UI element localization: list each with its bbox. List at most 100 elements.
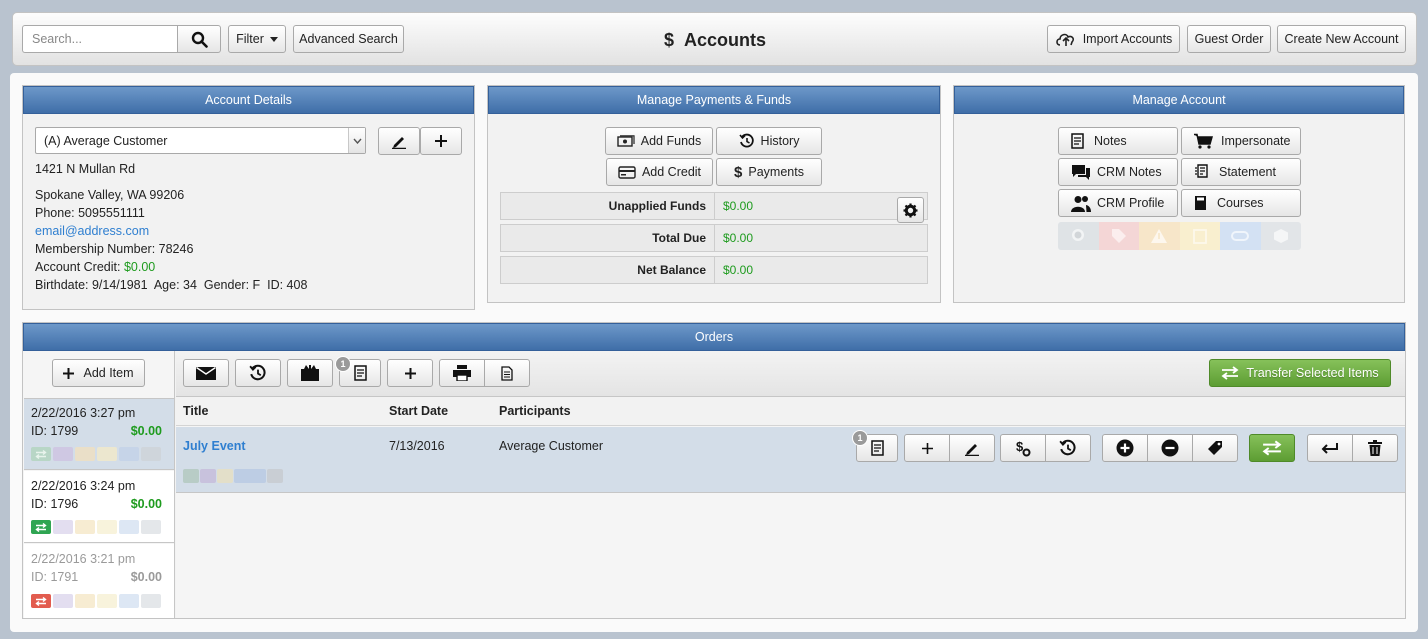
money-icon	[617, 135, 635, 147]
transfer-selected-items-button[interactable]: Transfer Selected Items	[1209, 359, 1391, 387]
history-button[interactable]	[235, 359, 281, 387]
book-icon	[1195, 196, 1206, 210]
item-history-button[interactable]	[1045, 434, 1091, 462]
import-accounts-button[interactable]: Import Accounts	[1047, 25, 1180, 53]
minus-circle-icon	[1161, 439, 1179, 457]
plus-circle-icon	[1116, 439, 1134, 457]
notes-icon	[1071, 133, 1084, 149]
col-participants: Participants	[499, 404, 571, 418]
document-button[interactable]	[484, 359, 530, 387]
dollar-sign-icon: $	[734, 163, 743, 181]
net-balance-row: Net Balance $0.00	[500, 256, 928, 284]
notes-button[interactable]: Notes	[1058, 127, 1178, 155]
statement-button[interactable]: Statement	[1181, 158, 1301, 186]
account-credit-value: $0.00	[123, 260, 156, 274]
col-start-date: Start Date	[389, 404, 449, 418]
item-transfer-button[interactable]	[1249, 434, 1295, 462]
shopping-cart-icon	[1194, 133, 1213, 149]
guest-order-button[interactable]: Guest Order	[1187, 25, 1271, 53]
add-credit-button[interactable]: Add Credit	[606, 158, 713, 186]
address-line-2: Spokane Valley, WA 99206	[35, 188, 185, 202]
crm-notes-button[interactable]: CRM Notes	[1058, 158, 1178, 186]
birthdate-line: Birthdate: 9/14/1981 Age: 34 Gender: F I…	[35, 278, 308, 292]
item-delete-button[interactable]	[1352, 434, 1398, 462]
notes-icon	[870, 440, 884, 456]
cloud-upload-icon	[1055, 33, 1074, 46]
pencil-icon	[965, 444, 979, 456]
address-line-1: 1421 N Mullan Rd	[35, 162, 136, 176]
add-order-button[interactable]	[387, 359, 433, 387]
item-title-link[interactable]: July Event	[183, 439, 246, 453]
item-participants: Average Customer	[499, 439, 603, 453]
courses-button[interactable]: Courses	[1181, 189, 1301, 217]
total-due-row: Total Due $0.00	[500, 224, 928, 252]
page-title-text: Accounts	[684, 29, 767, 50]
print-button[interactable]	[439, 359, 485, 387]
caret-down-icon	[269, 36, 278, 42]
manage-account-panel: Manage Account	[953, 85, 1405, 303]
edit-account-button[interactable]	[378, 127, 420, 155]
repeat-icon	[119, 447, 139, 461]
order-status-strip	[31, 594, 162, 608]
order-status-strip	[31, 447, 162, 461]
search-icon	[191, 31, 208, 48]
crm-profile-button[interactable]: CRM Profile	[1058, 189, 1178, 217]
transfer-icon	[31, 447, 51, 461]
order-list-item[interactable]: 2/22/2016 3:24 pm ID: 1796 $0.00	[24, 471, 174, 543]
transfer-icon	[183, 469, 199, 483]
pencil-icon	[392, 137, 406, 149]
manage-account-header: Manage Account	[954, 86, 1404, 114]
order-list-item[interactable]: 2/22/2016 3:27 pm ID: 1799 $0.00	[24, 398, 174, 470]
undo-icon	[1321, 443, 1338, 454]
history-icon	[1059, 439, 1076, 456]
item-undo-button[interactable]	[1307, 434, 1353, 462]
history-button[interactable]: History	[716, 127, 822, 155]
document-icon	[501, 365, 513, 381]
printer-icon	[453, 365, 471, 381]
impersonate-button[interactable]: Impersonate	[1181, 127, 1301, 155]
credit-card-icon	[618, 165, 636, 179]
plus-icon	[435, 135, 447, 147]
search-button[interactable]	[177, 25, 221, 53]
item-start-date: 7/13/2016	[389, 439, 445, 453]
membership-number: Membership Number: 78246	[35, 242, 194, 256]
create-new-account-button[interactable]: Create New Account	[1277, 25, 1406, 53]
warning-icon	[1139, 222, 1180, 250]
plus-icon	[63, 367, 75, 379]
add-account-button[interactable]	[420, 127, 462, 155]
table-header: Title Start Date Participants	[176, 398, 1405, 426]
payments-button[interactable]: $ Payments	[716, 158, 822, 186]
transfer-icon	[31, 594, 51, 608]
item-increase-button[interactable]	[1102, 434, 1148, 462]
filter-button[interactable]: Filter	[228, 25, 286, 53]
email-button[interactable]	[183, 359, 229, 387]
order-list-item[interactable]: 2/22/2016 3:21 pm ID: 1791 $0.00	[24, 544, 174, 618]
tag-icon	[1098, 222, 1139, 250]
clipboard-icon	[97, 594, 117, 608]
account-credit: Account Credit: $0.00	[35, 260, 156, 274]
item-notes-count-badge: 1	[852, 430, 868, 446]
item-add-button[interactable]	[904, 434, 950, 462]
item-discount-button[interactable]	[1192, 434, 1238, 462]
add-item-button[interactable]: Add Item	[52, 359, 145, 387]
phone: Phone: 5095551111	[35, 206, 145, 220]
notes-count-badge: 1	[335, 356, 351, 372]
search-input[interactable]	[22, 25, 178, 53]
box-icon	[141, 520, 161, 534]
item-decrease-button[interactable]	[1147, 434, 1193, 462]
advanced-search-button[interactable]: Advanced Search	[293, 25, 404, 53]
item-pricing-button[interactable]: $	[1000, 434, 1046, 462]
gear-icon	[903, 203, 918, 217]
box-icon	[141, 594, 161, 608]
clipboard-icon	[1179, 222, 1220, 250]
repeat-icon	[119, 520, 139, 534]
account-select[interactable]: (A) Average Customer	[35, 127, 366, 154]
email-link[interactable]: email@address.com	[35, 224, 149, 238]
add-funds-button[interactable]: Add Funds	[605, 127, 713, 155]
item-edit-button[interactable]	[949, 434, 995, 462]
history-icon	[249, 364, 266, 381]
tag-icon	[1208, 441, 1222, 455]
trash-icon	[1368, 440, 1382, 456]
tickets-button[interactable]	[287, 359, 333, 387]
funds-settings-button[interactable]	[897, 197, 924, 223]
